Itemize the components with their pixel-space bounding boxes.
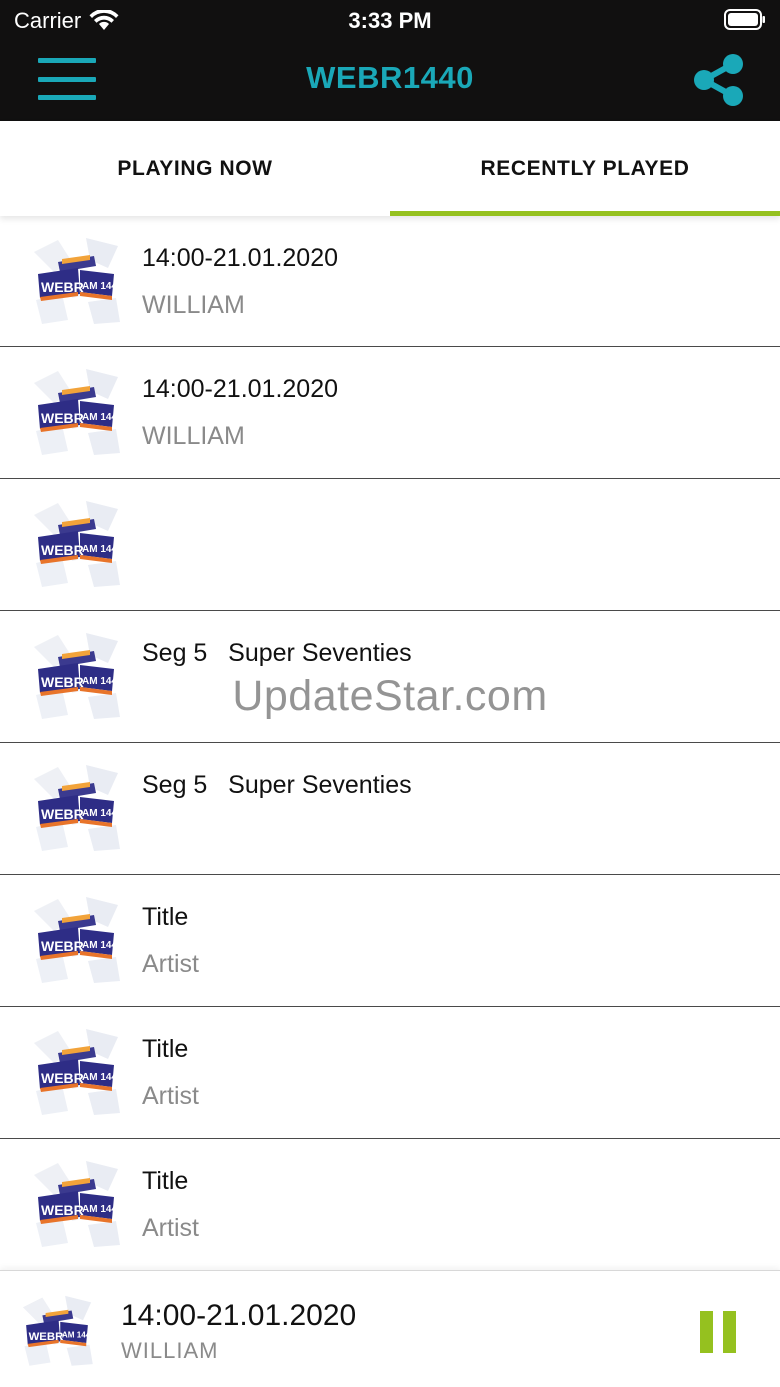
tab-bar: PLAYING NOW RECENTLY PLAYED: [0, 121, 780, 216]
logo-text-left: WEBR: [41, 1202, 84, 1218]
battery-icon: [724, 9, 765, 30]
pause-bar: [700, 1311, 713, 1353]
station-logo-thumbnail: WEBR AM 1440: [28, 363, 124, 459]
now-playing-artist: WILLIAM: [121, 1338, 219, 1363]
station-logo-thumbnail: WEBR AM 1440: [28, 1155, 124, 1251]
station-logo-thumbnail: WEBR AM 1440: [28, 627, 124, 723]
station-logo-thumbnail: WEBR AM 1440: [28, 495, 124, 591]
active-tab-indicator: [390, 211, 780, 216]
track-title: Seg 5 Super Seventies: [142, 771, 412, 799]
track-title: Title: [142, 1035, 189, 1063]
track-artist: WILLIAM: [142, 291, 245, 319]
station-logo-thumbnail: WEBR AM 1440: [28, 1023, 124, 1119]
logo-text-left: WEBR: [41, 542, 84, 558]
logo-text-right: AM 1440: [82, 940, 123, 951]
list-item[interactable]: WEBR AM 1440 Seg 5 Super Seventies: [0, 611, 780, 743]
track-artist: Artist: [142, 1214, 199, 1242]
status-time: 3:33 PM: [348, 8, 432, 33]
list-item[interactable]: WEBR AM 1440: [0, 479, 780, 611]
track-artist: Artist: [142, 950, 199, 978]
top-bar: Carrier 3:33 PM WEBR1440: [0, 0, 780, 121]
track-title: Title: [142, 903, 189, 931]
tab-recently-played[interactable]: RECENTLY PLAYED: [390, 121, 780, 216]
logo-text-left: WEBR: [41, 1070, 84, 1086]
track-artist: WILLIAM: [142, 422, 245, 450]
station-title: WEBR1440: [306, 60, 474, 95]
track-title: Title: [142, 1167, 189, 1195]
station-logo-thumbnail: WEBR AM 1440: [28, 232, 124, 328]
now-playing-title: 14:00-21.01.2020: [121, 1299, 357, 1332]
pause-bar: [723, 1311, 736, 1353]
logo-text-right: AM 1440: [82, 1072, 123, 1083]
track-title: 14:00-21.01.2020: [142, 244, 339, 272]
station-logo-thumbnail: WEBR AM 1440: [28, 891, 124, 987]
list-item[interactable]: WEBR AM 1440 14:00-21.01.2020 WILLIAM: [0, 347, 780, 479]
logo-text-left: WEBR: [41, 279, 84, 295]
status-bar: Carrier 3:33 PM: [0, 0, 780, 40]
track-artist: Artist: [142, 1082, 199, 1110]
tab-playing-now[interactable]: PLAYING NOW: [0, 121, 390, 216]
logo-text-left: WEBR: [41, 410, 84, 426]
list-item[interactable]: WEBR AM 1440 Seg 5 Super Seventies: [0, 743, 780, 875]
logo-text-right: AM 1440: [82, 544, 123, 555]
logo-text-left: WEBR: [29, 1331, 64, 1343]
logo-text-left: WEBR: [41, 674, 84, 690]
list-item[interactable]: WEBR AM 1440 14:00-21.01.2020 WILLIAM: [0, 216, 780, 347]
list-item[interactable]: WEBR AM 1440 Title Artist: [0, 875, 780, 1007]
logo-text-right: AM 1440: [82, 1204, 123, 1215]
logo-text-right: AM 1440: [62, 1330, 95, 1339]
mini-player[interactable]: WEBR AM 1440 14:00-21.01.2020 WILLIAM: [0, 1270, 780, 1387]
logo-text-right: AM 1440: [82, 676, 123, 687]
station-logo-thumbnail: WEBR AM 1440: [28, 759, 124, 855]
share-icon[interactable]: [692, 52, 746, 108]
logo-text-right: AM 1440: [82, 412, 123, 423]
list-item[interactable]: WEBR AM 1440 Title Artist: [0, 1007, 780, 1139]
logo-text-right: AM 1440: [82, 281, 123, 292]
list-item[interactable]: WEBR AM 1440 Title Artist: [0, 1139, 780, 1271]
track-title: Seg 5 Super Seventies: [142, 639, 412, 667]
navigation-bar: WEBR1440: [0, 40, 780, 121]
pause-icon[interactable]: [700, 1311, 736, 1353]
recently-played-list: WEBR AM 1440 14:00-21.01.2020 WILLIAM WE…: [0, 216, 780, 1271]
logo-text-left: WEBR: [41, 806, 84, 822]
app-screen: Carrier 3:33 PM WEBR1440 PLAYING NOW REC…: [0, 0, 780, 1387]
logo-text-right: AM 1440: [82, 808, 123, 819]
track-title: 14:00-21.01.2020: [142, 375, 339, 403]
station-logo-thumbnail: WEBR AM 1440: [18, 1291, 96, 1369]
logo-text-left: WEBR: [41, 938, 84, 954]
